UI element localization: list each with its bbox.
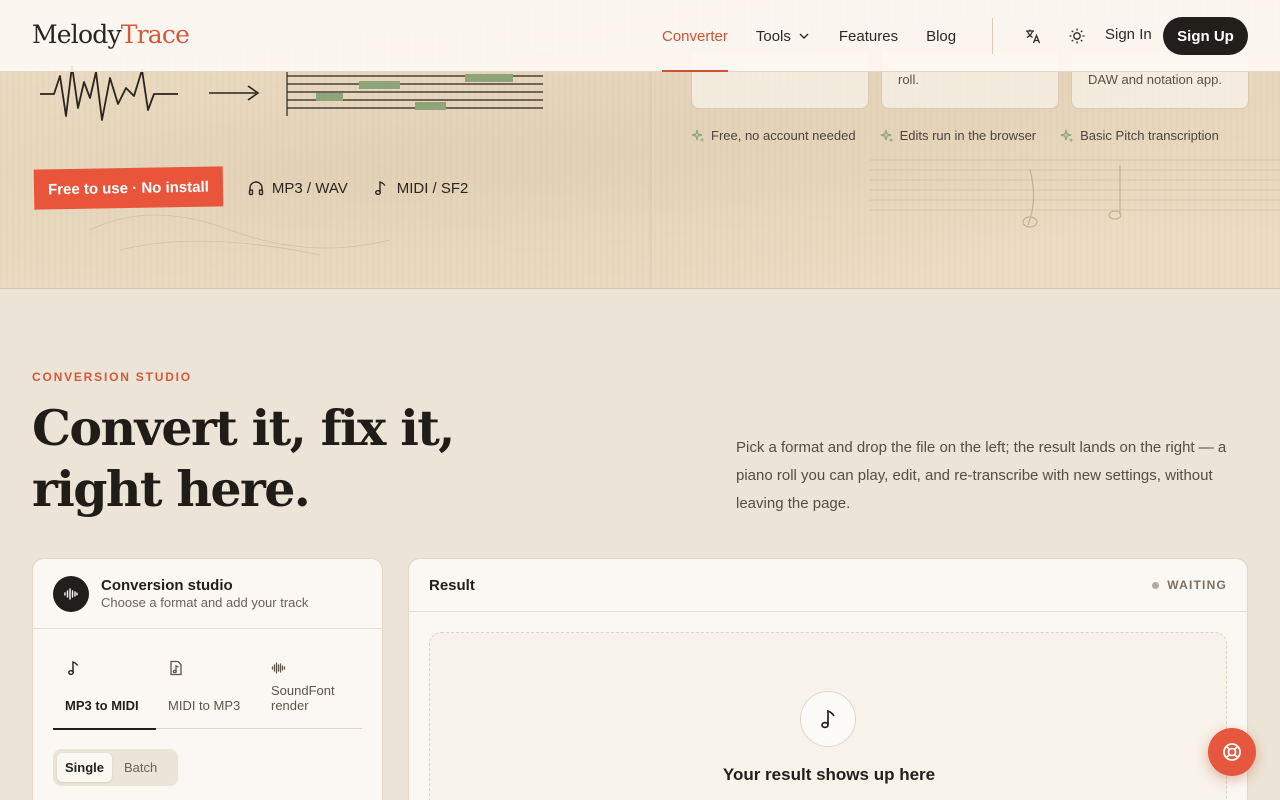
tab-label: MIDI to MP3: [168, 698, 241, 713]
sign-in-link[interactable]: Sign In: [1105, 26, 1152, 43]
tab-midi-to-mp3[interactable]: MIDI to MP3: [156, 652, 259, 729]
section-eyebrow: CONVERSION STUDIO: [32, 370, 192, 384]
single-batch-toggle: Single Batch: [53, 749, 178, 786]
brand-name-part2: Trace: [120, 20, 190, 49]
lifebuoy-icon: [1223, 743, 1241, 761]
result-header: Result WAITING: [409, 559, 1247, 612]
badge-basic-pitch: Basic Pitch transcription: [1060, 128, 1219, 143]
status-label: WAITING: [1167, 578, 1227, 592]
tab-label: SoundFont render: [271, 683, 335, 713]
sparkle-icon: [1060, 129, 1073, 141]
format-audio-label: MP3 / WAV: [271, 179, 348, 197]
mode-tabs: MP3 to MIDI MIDI to MP3 SoundFont render: [53, 652, 362, 730]
music-note-icon: [68, 661, 79, 675]
result-placeholder: Your result shows up here: [429, 632, 1227, 800]
music-note-icon: [821, 709, 835, 729]
studio-subtitle: Choose a format and add your track: [101, 595, 309, 610]
badge-free: Free, no account needed: [691, 128, 856, 143]
music-file-icon: [170, 660, 182, 676]
sparkle-icon: [880, 129, 893, 141]
brand-logo[interactable]: MelodyTrace: [32, 20, 190, 49]
badge-label: Free, no account needed: [711, 128, 856, 143]
waveform-icon: [271, 662, 286, 674]
sheet-music-sketch: [870, 159, 1280, 228]
studio-title: Conversion studio: [101, 577, 233, 594]
studio-avatar: [53, 575, 89, 612]
badge-label: Basic Pitch transcription: [1080, 128, 1219, 143]
conversion-studio-panel: Conversion studio Choose a format and ad…: [32, 558, 383, 800]
help-button[interactable]: [1208, 728, 1256, 776]
result-panel: Result WAITING Your result shows up here: [408, 558, 1248, 800]
nav-converter[interactable]: Converter: [662, 0, 728, 72]
headphones-icon: [248, 181, 264, 196]
nav-links: Converter Tools Features Blog: [662, 0, 956, 72]
badge-browser: Edits run in the browser: [880, 128, 1037, 143]
result-title: Result: [429, 576, 475, 594]
section-description: Pick a format and drop the file on the l…: [736, 439, 1227, 512]
studio-header: Conversion studio Choose a format and ad…: [33, 559, 382, 629]
feature-card-text: roll.: [898, 72, 919, 87]
top-nav: MelodyTrace Converter Tools Features Blo…: [0, 0, 1280, 72]
format-audio: MP3 / WAV: [248, 180, 348, 197]
tab-mp3-to-midi[interactable]: MP3 to MIDI: [53, 652, 156, 730]
sign-up-button[interactable]: Sign Up: [1163, 17, 1248, 55]
toggle-batch[interactable]: Batch: [116, 753, 165, 782]
tab-label: MP3 to MIDI: [65, 698, 139, 713]
waveform-icon: [64, 587, 78, 600]
nav-tools-label: Tools: [755, 27, 791, 45]
nav-features[interactable]: Features: [839, 0, 898, 72]
format-midi-label: MIDI / SF2: [396, 179, 469, 197]
music-note-icon: [374, 181, 386, 195]
studio-titles: Conversion studio Choose a format and ad…: [101, 577, 308, 610]
toggle-single[interactable]: Single: [57, 753, 113, 782]
status-dot: [1152, 581, 1160, 589]
chevron-down-icon: [799, 33, 809, 39]
sparkle-icon: [691, 129, 704, 141]
badge-label: Edits run in the browser: [899, 128, 1037, 143]
empty-state-title: Your result shows up here: [722, 765, 936, 784]
tab-soundfont-render[interactable]: SoundFont render: [259, 652, 362, 729]
nav-tools[interactable]: Tools: [756, 0, 811, 72]
section-title: Convert it, fix it, right here.: [32, 399, 455, 518]
sun-icon[interactable]: [1068, 27, 1086, 45]
free-tag: Free to use · No install: [33, 166, 224, 210]
feature-card-text: DAW and notation app.: [1088, 72, 1222, 87]
nav-divider: [992, 18, 993, 54]
translate-icon[interactable]: [1024, 27, 1042, 45]
note-circle: [800, 691, 856, 747]
format-midi: MIDI / SF2: [373, 179, 469, 197]
brand-name-part1: Melody: [32, 20, 122, 49]
hero-tags: Free to use · No install MP3 / WAV MIDI …: [33, 166, 469, 210]
feature-badges: Free, no account needed Edits run in the…: [691, 128, 1219, 143]
status-badge: WAITING: [1152, 578, 1227, 592]
nav-blog[interactable]: Blog: [926, 0, 956, 72]
